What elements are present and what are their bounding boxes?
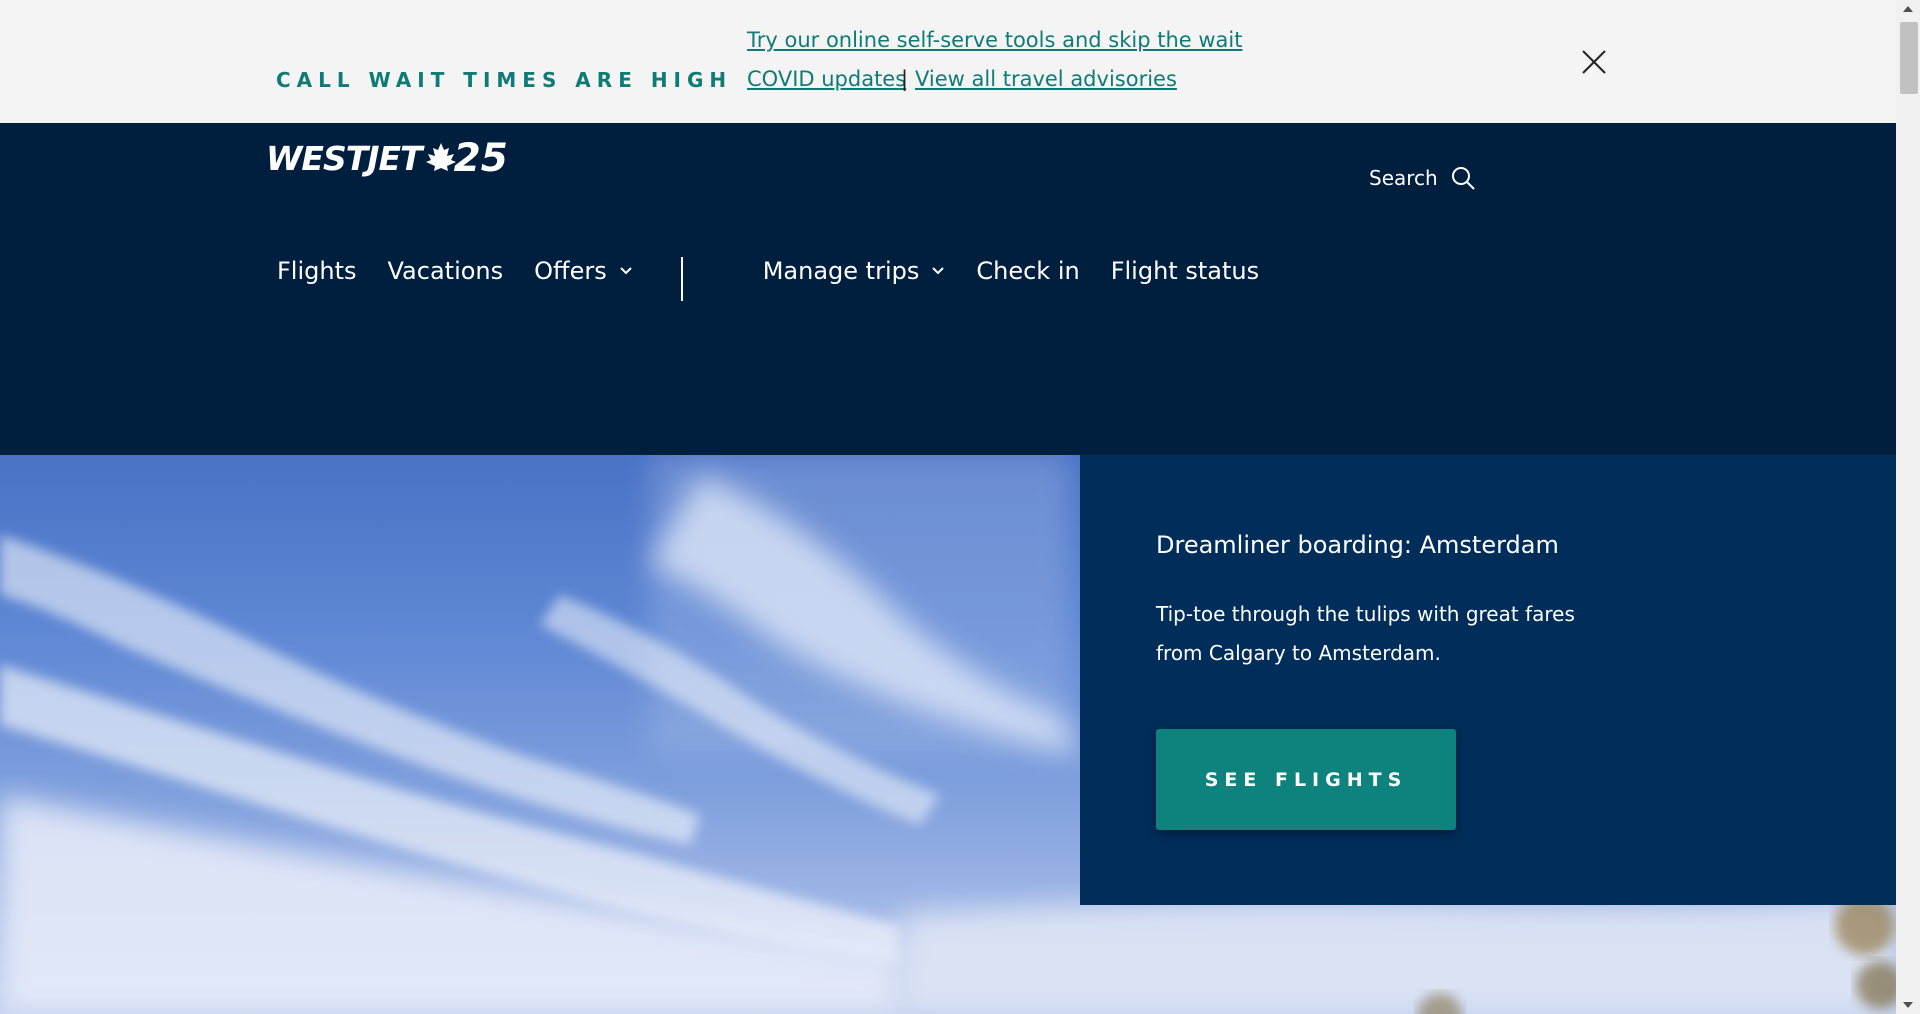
nav-flights[interactable]: Flights (277, 257, 357, 285)
close-icon[interactable] (1580, 48, 1608, 76)
nav-vacations[interactable]: Vacations (388, 257, 504, 285)
westjet-logo[interactable]: WESTJET 25 (266, 133, 508, 183)
nav-flight-status[interactable]: Flight status (1111, 257, 1259, 285)
travel-advisories-link[interactable]: View all travel advisories (915, 67, 1177, 91)
chevron-down-icon (619, 267, 632, 275)
nav-item-label: Flights (277, 257, 357, 285)
search-button[interactable]: Search (1369, 165, 1476, 191)
promo-panel: Dreamliner boarding: Amsterdam Tip-toe t… (1080, 455, 1896, 905)
scrollbar-thumb[interactable] (1900, 22, 1918, 94)
scroll-up-arrow-icon[interactable] (1896, 0, 1920, 18)
nav-offers[interactable]: Offers (534, 257, 633, 285)
site-header: WESTJET 25 Search Flights Vacations Offe… (0, 123, 1896, 455)
nav-manage-trips[interactable]: Manage trips (763, 257, 946, 285)
search-label: Search (1369, 166, 1438, 190)
link-separator: | (901, 67, 909, 91)
self-serve-link[interactable]: Try our online self-serve tools and skip… (747, 28, 1242, 52)
promo-title: Dreamliner boarding: Amsterdam (1156, 531, 1559, 559)
nav-item-label: Vacations (387, 257, 504, 285)
chevron-down-icon (932, 267, 945, 275)
nav-item-label: Offers (534, 257, 607, 285)
search-icon (1451, 167, 1475, 190)
maple-leaf-icon (425, 143, 456, 171)
nav-check-in[interactable]: Check in (976, 257, 1079, 285)
logo-wordmark: WESTJET (266, 138, 423, 178)
logo-badge: 25 (424, 136, 508, 181)
nav-item-label: Flight status (1110, 257, 1260, 285)
alert-bar: CALL WAIT TIMES ARE HIGH Try our online … (0, 0, 1896, 123)
alert-heading: CALL WAIT TIMES ARE HIGH (276, 68, 733, 92)
nav-item-label: Check in (976, 257, 1080, 285)
see-flights-button[interactable]: SEE FLIGHTS (1156, 729, 1456, 830)
logo-anniversary-number: 25 (453, 135, 508, 181)
page-scrollbar[interactable] (1896, 0, 1920, 1014)
nav-divider (681, 257, 683, 301)
scroll-down-arrow-icon[interactable] (1896, 996, 1920, 1014)
promo-description: Tip-toe through the tulips with great fa… (1156, 602, 1575, 665)
nav-item-label: Manage trips (762, 257, 920, 285)
covid-updates-link[interactable]: COVID updates (747, 67, 906, 91)
main-nav: Flights Vacations Offers Manage trips Ch… (277, 253, 1259, 289)
